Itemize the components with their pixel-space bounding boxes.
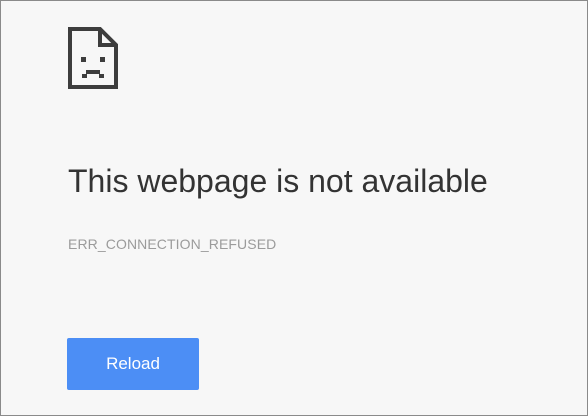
page-title: This webpage is not available — [68, 163, 488, 199]
reload-button[interactable]: Reload — [67, 338, 199, 390]
error-page: This webpage is not available ERR_CONNEC… — [0, 0, 588, 416]
sad-page-icon — [68, 27, 118, 89]
error-code: ERR_CONNECTION_REFUSED — [68, 236, 277, 252]
